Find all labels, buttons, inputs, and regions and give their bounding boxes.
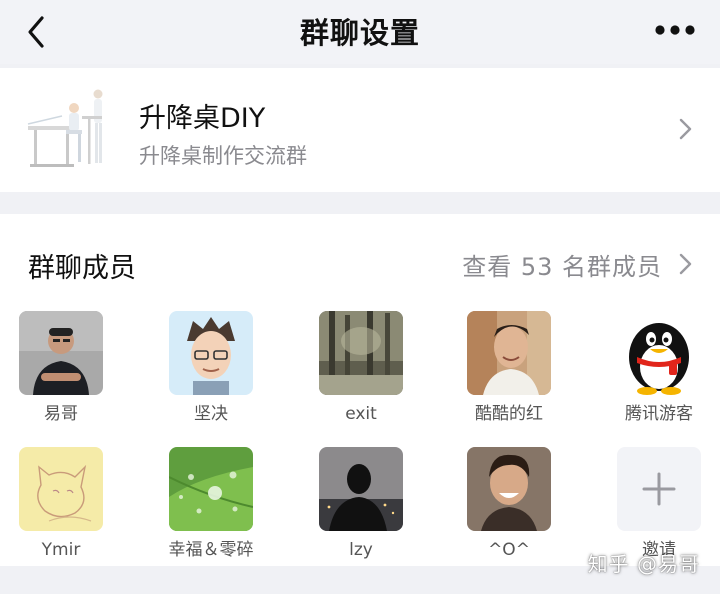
- page-title: 群聊设置: [299, 16, 420, 50]
- member-name: 幸福＆零碎: [168, 540, 254, 560]
- nav-bar: 群聊设置: [0, 0, 720, 64]
- member-item[interactable]: 易哥: [1, 311, 121, 425]
- member-avatar: [467, 447, 551, 531]
- member-name: lzy: [349, 540, 373, 560]
- member-avatar: [467, 311, 551, 395]
- member-item[interactable]: 酷酷的红: [449, 311, 569, 425]
- member-avatar: [169, 311, 253, 395]
- member-name: 腾讯游客: [625, 404, 693, 424]
- member-avatar: [319, 311, 403, 395]
- member-avatar: [617, 311, 701, 395]
- view-all-members-button[interactable]: 查看 53 名群成员: [462, 246, 694, 282]
- member-name: 坚决: [194, 404, 228, 424]
- chevron-right-icon: [679, 118, 692, 140]
- invite-tile: [617, 447, 701, 531]
- plus-icon: [642, 472, 676, 506]
- member-avatar: [19, 447, 103, 531]
- more-horizontal-icon: [655, 25, 695, 35]
- member-item[interactable]: ^O^: [449, 447, 569, 561]
- member-avatar: [169, 447, 253, 531]
- member-item[interactable]: exit: [301, 311, 421, 425]
- view-all-members-label: 查看 53 名群成员: [462, 252, 662, 281]
- group-info-row[interactable]: 升降桌DIY 升降桌制作交流群: [0, 68, 720, 192]
- member-avatar: [19, 311, 103, 395]
- member-item[interactable]: lzy: [301, 447, 421, 561]
- member-name: ^O^: [488, 540, 530, 560]
- member-name: Ymir: [41, 540, 81, 560]
- watermark: 知乎 @易哥: [587, 552, 700, 576]
- member-item[interactable]: Ymir: [1, 447, 121, 561]
- member-name: 酷酷的红: [475, 404, 543, 424]
- member-item[interactable]: 幸福＆零碎: [151, 447, 271, 561]
- group-name: 升降桌DIY: [139, 103, 266, 134]
- more-button[interactable]: [654, 20, 696, 40]
- member-name: exit: [345, 404, 377, 424]
- members-title: 群聊成员: [28, 253, 136, 284]
- member-avatar: [319, 447, 403, 531]
- member-item[interactable]: 坚决: [151, 311, 271, 425]
- chevron-right-icon: [679, 253, 692, 275]
- member-name: 易哥: [44, 404, 78, 424]
- member-item[interactable]: 腾讯游客: [599, 311, 719, 425]
- group-description: 升降桌制作交流群: [139, 144, 307, 168]
- members-section: 群聊成员 查看 53 名群成员 易哥 坚决 exit 酷酷的红 腾讯游客 Ymi…: [0, 214, 720, 566]
- invite-member-button[interactable]: 邀请: [599, 447, 719, 561]
- group-avatar: [22, 86, 112, 176]
